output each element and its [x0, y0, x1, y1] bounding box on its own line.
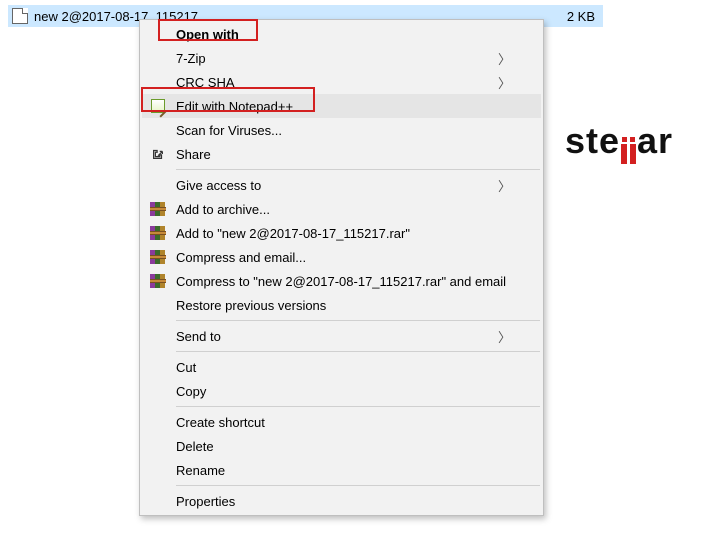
- menu-label: Add to "new 2@2017-08-17_115217.rar": [176, 226, 511, 241]
- menu-label: Give access to: [176, 178, 498, 193]
- separator: [176, 351, 540, 352]
- menu-restore-previous[interactable]: Restore previous versions: [142, 293, 541, 317]
- menu-label: Create shortcut: [176, 415, 511, 430]
- menu-cut[interactable]: Cut: [142, 355, 541, 379]
- chevron-right-icon: 〉: [498, 73, 511, 92]
- menu-label: Edit with Notepad++: [176, 99, 511, 114]
- winrar-icon: [149, 272, 167, 290]
- menu-compress-email[interactable]: Compress and email...: [142, 245, 541, 269]
- context-menu: Open with 7-Zip 〉 CRC SHA 〉 Edit with No…: [139, 19, 544, 516]
- separator: [176, 485, 540, 486]
- chevron-right-icon: 〉: [498, 49, 511, 68]
- separator: [176, 320, 540, 321]
- menu-label: Add to archive...: [176, 202, 511, 217]
- menu-send-to[interactable]: Send to 〉: [142, 324, 541, 348]
- separator: [176, 169, 540, 170]
- menu-label: Compress to "new 2@2017-08-17_115217.rar…: [176, 274, 511, 289]
- file-icon: [12, 8, 28, 24]
- notepadpp-icon: [149, 97, 167, 115]
- share-icon: [149, 145, 167, 163]
- menu-create-shortcut[interactable]: Create shortcut: [142, 410, 541, 434]
- menu-label: Send to: [176, 329, 498, 344]
- logo-ll-icon: [621, 137, 636, 164]
- menu-label: Copy: [176, 384, 511, 399]
- menu-label: Delete: [176, 439, 511, 454]
- menu-rename[interactable]: Rename: [142, 458, 541, 482]
- stellar-logo: ste ar: [565, 120, 673, 162]
- chevron-right-icon: 〉: [498, 327, 511, 346]
- menu-label: Scan for Viruses...: [176, 123, 511, 138]
- menu-crc-sha[interactable]: CRC SHA 〉: [142, 70, 541, 94]
- separator: [176, 406, 540, 407]
- logo-text-post: ar: [637, 120, 673, 162]
- menu-add-to-rar[interactable]: Add to "new 2@2017-08-17_115217.rar": [142, 221, 541, 245]
- menu-delete[interactable]: Delete: [142, 434, 541, 458]
- menu-label: 7-Zip: [176, 51, 498, 66]
- menu-copy[interactable]: Copy: [142, 379, 541, 403]
- chevron-right-icon: 〉: [498, 176, 511, 195]
- menu-properties[interactable]: Properties: [142, 489, 541, 513]
- winrar-icon: [149, 224, 167, 242]
- menu-edit-notepadpp[interactable]: Edit with Notepad++: [142, 94, 541, 118]
- menu-7zip[interactable]: 7-Zip 〉: [142, 46, 541, 70]
- menu-label: Share: [176, 147, 511, 162]
- menu-label: Cut: [176, 360, 511, 375]
- menu-label: CRC SHA: [176, 75, 498, 90]
- menu-share[interactable]: Share: [142, 142, 541, 166]
- menu-label: Compress and email...: [176, 250, 511, 265]
- menu-scan-viruses[interactable]: Scan for Viruses...: [142, 118, 541, 142]
- menu-label: Properties: [176, 494, 511, 509]
- menu-give-access[interactable]: Give access to 〉: [142, 173, 541, 197]
- menu-add-archive[interactable]: Add to archive...: [142, 197, 541, 221]
- file-size: 2 KB: [567, 9, 595, 24]
- menu-label: Rename: [176, 463, 511, 478]
- menu-open-with[interactable]: Open with: [142, 22, 541, 46]
- menu-compress-to-email[interactable]: Compress to "new 2@2017-08-17_115217.rar…: [142, 269, 541, 293]
- menu-label: Restore previous versions: [176, 298, 511, 313]
- winrar-icon: [149, 200, 167, 218]
- winrar-icon: [149, 248, 167, 266]
- logo-text-pre: ste: [565, 120, 620, 162]
- menu-label: Open with: [176, 27, 511, 42]
